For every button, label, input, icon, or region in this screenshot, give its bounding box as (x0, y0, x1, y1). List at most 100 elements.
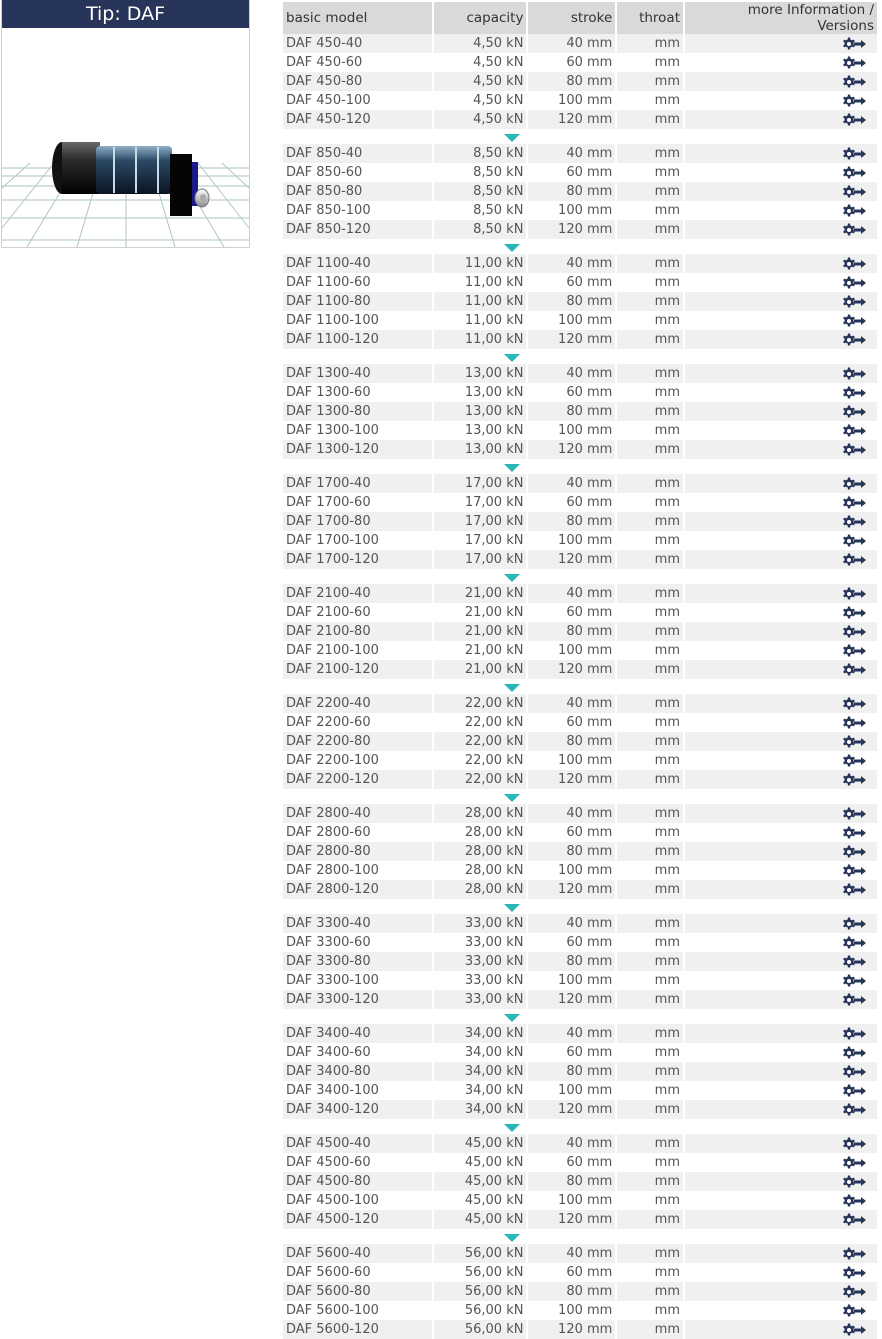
more-info-button[interactable] (685, 584, 877, 603)
more-info-button[interactable] (685, 1263, 877, 1282)
more-info-button[interactable] (685, 1081, 877, 1100)
triangle-down-icon[interactable] (503, 793, 520, 802)
cell-basic-model: DAF 5600-120 (283, 1320, 432, 1339)
more-info-button[interactable] (685, 311, 877, 330)
more-info-button[interactable] (685, 364, 877, 383)
more-info-button[interactable] (685, 330, 877, 349)
more-info-button[interactable] (685, 1153, 877, 1172)
more-info-button[interactable] (685, 880, 877, 899)
more-info-button[interactable] (685, 1062, 877, 1081)
more-info-button[interactable] (685, 493, 877, 512)
gear-arrow-icon (843, 974, 866, 986)
triangle-down-icon[interactable] (503, 903, 520, 912)
more-info-button[interactable] (685, 383, 877, 402)
cell-basic-model: DAF 2200-60 (283, 713, 432, 732)
more-info-button[interactable] (685, 110, 877, 129)
more-info-button[interactable] (685, 622, 877, 641)
more-info-button[interactable] (685, 971, 877, 990)
more-info-button[interactable] (685, 91, 877, 110)
more-info-button[interactable] (685, 751, 877, 770)
cell-capacity: 22,00 kN (433, 713, 527, 732)
cell-throat: mm (617, 1062, 683, 1081)
more-info-button[interactable] (685, 990, 877, 1009)
more-info-button[interactable] (685, 732, 877, 751)
more-info-button[interactable] (685, 550, 877, 569)
cell-basic-model: DAF 2200-80 (283, 732, 432, 751)
more-info-button[interactable] (685, 1210, 877, 1229)
cell-stroke: 100 mm (528, 971, 616, 990)
triangle-down-icon[interactable] (503, 1233, 520, 1242)
gear-arrow-icon (843, 223, 866, 235)
table-row: DAF 1700-120 17,00 kN 120 mm mm (283, 550, 877, 569)
more-info-button[interactable] (685, 53, 877, 72)
triangle-down-icon[interactable] (503, 243, 520, 252)
triangle-down-icon[interactable] (503, 1123, 520, 1132)
cell-basic-model: DAF 1300-60 (283, 383, 432, 402)
more-info-button[interactable] (685, 440, 877, 459)
triangle-down-icon[interactable] (503, 463, 520, 472)
more-info-button[interactable] (685, 1301, 877, 1320)
more-info-button[interactable] (685, 1191, 877, 1210)
triangle-down-icon[interactable] (503, 683, 520, 692)
more-info-button[interactable] (685, 1100, 877, 1119)
more-info-button[interactable] (685, 641, 877, 660)
more-info-button[interactable] (685, 1172, 877, 1191)
cell-stroke: 100 mm (528, 311, 616, 330)
more-info-button[interactable] (685, 823, 877, 842)
cell-throat: mm (617, 273, 683, 292)
more-info-button[interactable] (685, 182, 877, 201)
more-info-button[interactable] (685, 421, 877, 440)
table-row: DAF 4500-100 45,00 kN 100 mm mm (283, 1191, 877, 1210)
cell-throat: mm (617, 1134, 683, 1153)
more-info-button[interactable] (685, 34, 877, 53)
more-info-button[interactable] (685, 531, 877, 550)
more-info-button[interactable] (685, 201, 877, 220)
more-info-button[interactable] (685, 804, 877, 823)
triangle-down-icon[interactable] (503, 353, 520, 362)
cell-throat: mm (617, 603, 683, 622)
cell-capacity: 8,50 kN (433, 220, 527, 239)
cell-capacity: 17,00 kN (433, 474, 527, 493)
cell-stroke: 100 mm (528, 91, 616, 110)
more-info-button[interactable] (685, 603, 877, 622)
more-info-button[interactable] (685, 1320, 877, 1339)
cell-basic-model: DAF 1700-40 (283, 474, 432, 493)
more-info-button[interactable] (685, 273, 877, 292)
more-info-button[interactable] (685, 1024, 877, 1043)
more-info-button[interactable] (685, 842, 877, 861)
table-row: DAF 850-60 8,50 kN 60 mm mm (283, 163, 877, 182)
more-info-button[interactable] (685, 163, 877, 182)
more-info-button[interactable] (685, 952, 877, 971)
more-info-button[interactable] (685, 1244, 877, 1263)
cell-stroke: 60 mm (528, 383, 616, 402)
more-info-button[interactable] (685, 694, 877, 713)
triangle-down-icon[interactable] (503, 573, 520, 582)
more-info-button[interactable] (685, 914, 877, 933)
triangle-down-icon[interactable] (503, 133, 520, 142)
gear-arrow-icon (843, 1027, 866, 1039)
more-info-button[interactable] (685, 713, 877, 732)
more-info-button[interactable] (685, 72, 877, 91)
more-info-button[interactable] (685, 933, 877, 952)
gear-arrow-icon (843, 773, 866, 785)
cell-stroke: 60 mm (528, 1263, 616, 1282)
gear-arrow-icon (843, 1046, 866, 1058)
more-info-button[interactable] (685, 1043, 877, 1062)
more-info-button[interactable] (685, 861, 877, 880)
table-row: DAF 1100-40 11,00 kN 40 mm mm (283, 254, 877, 273)
more-info-button[interactable] (685, 1282, 877, 1301)
more-info-button[interactable] (685, 512, 877, 531)
cell-basic-model: DAF 850-120 (283, 220, 432, 239)
more-info-button[interactable] (685, 770, 877, 789)
more-info-button[interactable] (685, 292, 877, 311)
more-info-button[interactable] (685, 1134, 877, 1153)
header-basic-model: basic model (283, 2, 432, 34)
more-info-button[interactable] (685, 254, 877, 273)
more-info-button[interactable] (685, 402, 877, 421)
more-info-button[interactable] (685, 474, 877, 493)
cell-basic-model: DAF 3400-40 (283, 1024, 432, 1043)
triangle-down-icon[interactable] (503, 1013, 520, 1022)
more-info-button[interactable] (685, 144, 877, 163)
more-info-button[interactable] (685, 660, 877, 679)
more-info-button[interactable] (685, 220, 877, 239)
